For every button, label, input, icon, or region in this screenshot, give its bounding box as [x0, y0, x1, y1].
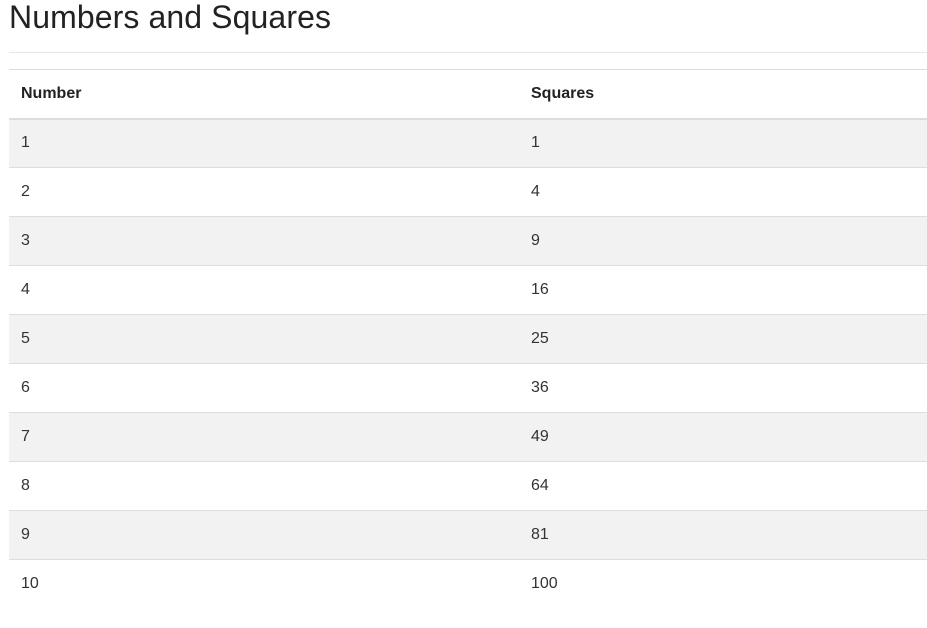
cell-number: 4: [9, 265, 519, 315]
header-row: Number Squares: [9, 69, 927, 120]
cell-square: 49: [519, 412, 927, 462]
cell-square: 9: [519, 216, 927, 266]
table-header: Number Squares: [9, 69, 927, 120]
cell-square: 81: [519, 510, 927, 560]
table-row: 9 81: [9, 510, 927, 560]
cell-number: 7: [9, 412, 519, 462]
cell-square: 25: [519, 314, 927, 364]
table-row: 8 64: [9, 461, 927, 511]
cell-number: 8: [9, 461, 519, 511]
table-row: 6 36: [9, 363, 927, 413]
cell-number: 5: [9, 314, 519, 364]
cell-number: 6: [9, 363, 519, 413]
table-row: 3 9: [9, 216, 927, 266]
column-header-number: Number: [9, 69, 519, 120]
table-row: 2 4: [9, 167, 927, 217]
column-header-squares: Squares: [519, 69, 927, 120]
table-row: 10 100: [9, 559, 927, 609]
cell-square: 100: [519, 559, 927, 609]
numbers-squares-table: Number Squares 1 1 2 4 3 9 4 16 5 25 6 3…: [9, 69, 927, 609]
cell-number: 3: [9, 216, 519, 266]
page-title: Numbers and Squares: [9, 0, 332, 35]
page-container: Numbers and Squares Number Squares 1 1 2…: [9, 0, 927, 609]
cell-square: 64: [519, 461, 927, 511]
cell-number: 1: [21, 134, 30, 152]
cell-square: 1: [531, 134, 540, 152]
table-body: 1 1 2 4 3 9 4 16 5 25 6 36 7 49 8 64 9 8…: [9, 118, 927, 609]
cell-square: 36: [519, 363, 927, 413]
table-row: 7 49: [9, 412, 927, 462]
cell-number: 2: [9, 167, 519, 217]
cell-number: 9: [9, 510, 519, 560]
table-row: 5 25: [9, 314, 927, 364]
table-row: 4 16: [9, 265, 927, 315]
title-divider: [9, 52, 927, 53]
table-row: 1 1: [9, 118, 927, 168]
cell-square: 4: [519, 167, 927, 217]
cell-number: 10: [9, 559, 519, 609]
cell-square: 16: [519, 265, 927, 315]
